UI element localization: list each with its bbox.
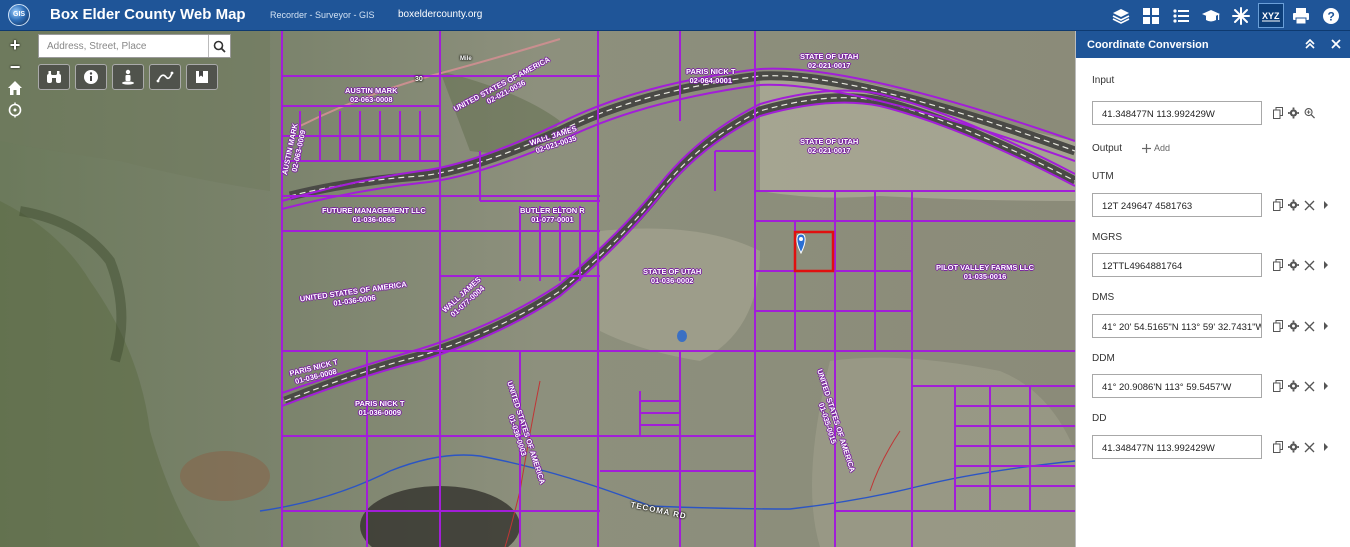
app-header: GIS Box Elder County Web Map Recorder - … bbox=[0, 0, 1350, 31]
app-subtitle: Recorder - Surveyor - GIS bbox=[270, 10, 375, 20]
panel-title: Coordinate Conversion bbox=[1087, 39, 1209, 51]
locate-icon[interactable] bbox=[5, 102, 25, 122]
zoom-in-button[interactable]: + bbox=[5, 36, 25, 56]
home-icon[interactable] bbox=[5, 80, 25, 100]
draw-icon[interactable] bbox=[149, 64, 181, 90]
copy-icon[interactable] bbox=[1272, 259, 1283, 271]
output-coordinate-field[interactable]: 41° 20.9086'N 113° 59.5457'W bbox=[1092, 374, 1262, 398]
settings-icon[interactable] bbox=[1288, 320, 1299, 332]
settings-icon[interactable] bbox=[1288, 107, 1299, 119]
search-input[interactable] bbox=[39, 35, 209, 57]
about-icon[interactable] bbox=[1198, 3, 1224, 28]
site-link[interactable]: boxeldercounty.org bbox=[398, 9, 482, 20]
settings-icon[interactable] bbox=[1288, 199, 1299, 211]
panel-header: Coordinate Conversion bbox=[1076, 31, 1350, 58]
output-format-label: MGRS bbox=[1092, 232, 1122, 243]
binoculars-icon[interactable] bbox=[38, 64, 70, 90]
zoom-to-icon[interactable] bbox=[1304, 107, 1315, 119]
output-coordinate-field[interactable]: 12T 249647 4581763 bbox=[1092, 193, 1262, 217]
map-widget-bar bbox=[38, 64, 218, 90]
parcel-label: PARIS NICK T 02-064-0001 bbox=[686, 67, 736, 85]
output-row-actions bbox=[1272, 259, 1331, 271]
coordinate-conversion-panel: Coordinate Conversion Input 41.348477N 1… bbox=[1075, 31, 1350, 547]
basemap-gallery-icon[interactable] bbox=[1138, 3, 1164, 28]
settings-icon[interactable] bbox=[1288, 380, 1299, 392]
copy-icon[interactable] bbox=[1272, 380, 1283, 392]
output-format-label: UTM bbox=[1092, 171, 1114, 182]
svg-text:?: ? bbox=[1328, 9, 1335, 23]
close-icon[interactable] bbox=[1330, 37, 1342, 55]
coordinate-conversion-icon[interactable]: XYZ bbox=[1258, 3, 1284, 28]
add-output-label: Add bbox=[1154, 143, 1171, 153]
output-format-label: DDM bbox=[1092, 353, 1115, 364]
help-icon[interactable]: ? bbox=[1318, 3, 1344, 28]
header-toolbar: XYZ ? bbox=[1108, 3, 1344, 28]
input-row-actions bbox=[1272, 107, 1315, 119]
info-icon[interactable] bbox=[75, 64, 107, 90]
add-output-button[interactable]: Add bbox=[1142, 143, 1170, 153]
zoom-controls: + − bbox=[5, 36, 25, 124]
parcel-label: BUTLER ELTON R 01-077-0001 bbox=[520, 206, 585, 224]
output-row-actions bbox=[1272, 320, 1331, 332]
bookmark-icon[interactable] bbox=[186, 64, 218, 90]
parcel-label: PARIS NICK T 01-036-0009 bbox=[355, 399, 405, 417]
zoom-out-button[interactable]: − bbox=[5, 58, 25, 78]
route-label: 30 bbox=[415, 76, 423, 83]
copy-icon[interactable] bbox=[1272, 441, 1283, 453]
mile-label: Mile bbox=[460, 56, 472, 62]
expand-icon[interactable] bbox=[1320, 320, 1331, 332]
input-coordinate-field[interactable]: 41.348477N 113.992429W bbox=[1092, 101, 1262, 125]
logo-text: GIS bbox=[13, 11, 26, 18]
output-row-actions bbox=[1272, 441, 1331, 453]
app-root: GIS Box Elder County Web Map Recorder - … bbox=[0, 0, 1350, 547]
remove-icon[interactable] bbox=[1304, 380, 1315, 392]
parcel-label: STATE OF UTAH 01-036-0002 bbox=[643, 267, 702, 285]
search-box bbox=[38, 34, 231, 58]
expand-icon[interactable] bbox=[1320, 259, 1331, 271]
output-format-label: DD bbox=[1092, 413, 1107, 424]
parcel-label: STATE OF UTAH 02-021-0017 bbox=[800, 137, 859, 155]
parcel-label: PILOT VALLEY FARMS LLC 01-035-0016 bbox=[936, 263, 1035, 281]
measurement-icon[interactable] bbox=[1228, 3, 1254, 28]
expand-icon[interactable] bbox=[1320, 199, 1331, 211]
parcel-label: STATE OF UTAH 02-021-0017 bbox=[800, 52, 859, 70]
layers-icon[interactable] bbox=[1108, 3, 1134, 28]
remove-icon[interactable] bbox=[1304, 199, 1315, 211]
input-label: Input bbox=[1092, 75, 1115, 86]
output-coordinate-field[interactable]: 41.348477N 113.992429W bbox=[1092, 435, 1262, 459]
output-row-actions bbox=[1272, 199, 1331, 211]
expand-icon[interactable] bbox=[1320, 380, 1331, 392]
remove-icon[interactable] bbox=[1304, 259, 1315, 271]
parcel-label: AUSTIN MARK 02-063-0008 bbox=[345, 86, 398, 104]
parcel-label: FUTURE MANAGEMENT LLC 01-036-0065 bbox=[322, 206, 426, 224]
collapse-icon[interactable] bbox=[1304, 37, 1316, 55]
copy-icon[interactable] bbox=[1272, 320, 1283, 332]
copy-icon[interactable] bbox=[1272, 107, 1283, 119]
street-view-icon[interactable] bbox=[112, 64, 144, 90]
output-format-label: DMS bbox=[1092, 292, 1115, 303]
county-logo: GIS bbox=[8, 4, 30, 26]
settings-icon[interactable] bbox=[1288, 259, 1299, 271]
app-title: Box Elder County Web Map bbox=[50, 6, 246, 23]
output-coordinate-field[interactable]: 41° 20' 54.5165"N 113° 59' 32.7431"W bbox=[1092, 314, 1262, 338]
remove-icon[interactable] bbox=[1304, 441, 1315, 453]
copy-icon[interactable] bbox=[1272, 199, 1283, 211]
map-view[interactable]: + − Address, Street, Place AUSTIN MARK 0… bbox=[0, 31, 1075, 547]
search-icon[interactable] bbox=[208, 35, 230, 57]
output-coordinate-field[interactable]: 12TTL4964881764 bbox=[1092, 253, 1262, 277]
legend-icon[interactable] bbox=[1168, 3, 1194, 28]
output-label: Output bbox=[1092, 143, 1123, 154]
print-icon[interactable] bbox=[1288, 3, 1314, 28]
settings-icon[interactable] bbox=[1288, 441, 1299, 453]
svg-text:XYZ: XYZ bbox=[1262, 11, 1280, 21]
expand-icon[interactable] bbox=[1320, 441, 1331, 453]
panel-header-buttons bbox=[1304, 37, 1342, 55]
output-row-actions bbox=[1272, 380, 1331, 392]
remove-icon[interactable] bbox=[1304, 320, 1315, 332]
